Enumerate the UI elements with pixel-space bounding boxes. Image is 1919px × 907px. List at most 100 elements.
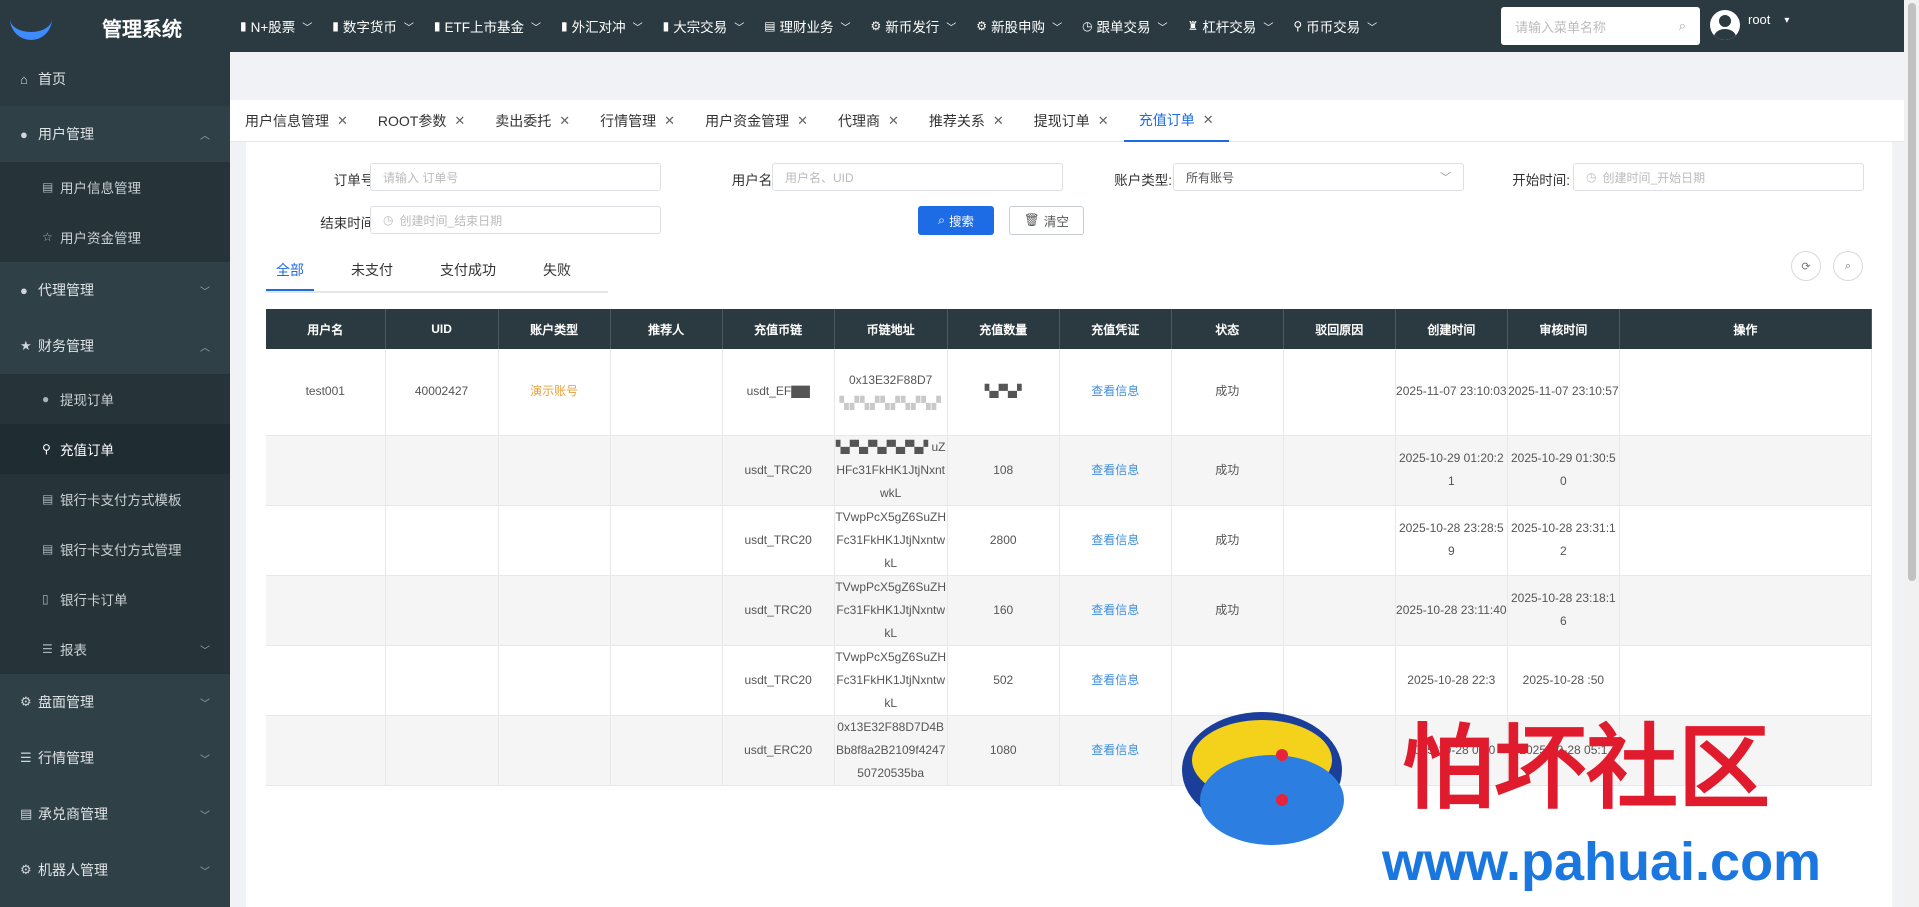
menu-search-placeholder: 请输入菜单名称: [1515, 19, 1607, 35]
column-header: UID: [385, 309, 499, 349]
topnav-item[interactable]: ▮ ETF上市基金 ﹀: [424, 16, 551, 36]
sidebar-item-quote-mgmt[interactable]: ☰ 行情管理 ﹀: [0, 730, 230, 786]
tab-2[interactable]: 卖出委托 ✕: [480, 100, 585, 142]
topnav-item[interactable]: ▮ 外汇对冲 ﹀: [551, 16, 653, 36]
tab-3[interactable]: 行情管理 ✕: [585, 100, 690, 142]
status-tab-0[interactable]: 全部: [266, 260, 314, 291]
tab-8[interactable]: 充值订单 ✕: [1123, 100, 1229, 142]
sidebar-item-user-funds[interactable]: ☆ 用户资金管理: [0, 212, 230, 262]
sidebar-item-label: 用户资金管理: [60, 231, 141, 246]
topnav-item[interactable]: ▮ 数字货币 ﹀: [322, 16, 424, 36]
sidebar-item-recharge-orders[interactable]: ⚲ 充值订单: [0, 424, 230, 474]
account-type-select[interactable]: 所有账号 ﹀: [1173, 163, 1464, 191]
watermark-logo: 怕坏社区 www.pahuai.com: [1182, 712, 1821, 892]
close-icon[interactable]: ✕: [664, 113, 675, 129]
sidebar-item-user-info[interactable]: ▤ 用户信息管理: [0, 162, 230, 212]
cell-voucher[interactable]: 查看信息: [1059, 505, 1172, 576]
status-tabs: 全部 未支付 支付成功 失败: [266, 260, 608, 293]
view-info-link[interactable]: 查看信息: [1091, 673, 1139, 687]
tab-1[interactable]: ROOT参数 ✕: [363, 100, 480, 142]
status-tab-3[interactable]: 失败: [533, 260, 581, 291]
refresh-button[interactable]: ⟳: [1791, 251, 1821, 281]
sidebar-item-robot-mgmt[interactable]: ⚙ 机器人管理 ﹀: [0, 842, 230, 898]
status-tab-2[interactable]: 支付成功: [430, 260, 506, 291]
topnav-item[interactable]: ⚙ 新币发行 ﹀: [861, 16, 967, 36]
sidebar-item-finance-mgmt[interactable]: ★ 财务管理 ︿: [0, 318, 230, 374]
chevron-down-icon: ﹀: [1263, 22, 1274, 34]
cell-voucher[interactable]: 查看信息: [1059, 715, 1172, 786]
cell-created: 2025-10-28 23:11:40: [1395, 575, 1508, 646]
order-no-input[interactable]: 请输入 订单号: [370, 163, 661, 191]
cell-chain: usdt_EF▇▇: [722, 349, 835, 436]
sidebar-item-reports[interactable]: ☰ 报表 ﹀: [0, 624, 230, 674]
tab-label: 提现订单: [1033, 112, 1090, 129]
topnav-item[interactable]: ▮ 大宗交易 ﹀: [653, 16, 755, 36]
close-icon[interactable]: ✕: [1203, 112, 1214, 128]
sidebar-item-home[interactable]: ⌂ 首页: [0, 52, 230, 106]
view-info-link[interactable]: 查看信息: [1091, 463, 1139, 477]
clear-button[interactable]: 🗑 清空: [1009, 206, 1084, 235]
sidebar-item-withdraw-orders[interactable]: ● 提现订单: [0, 374, 230, 424]
gear-icon: ⚙: [870, 19, 882, 33]
close-icon[interactable]: ✕: [559, 113, 570, 129]
cell-voucher[interactable]: 查看信息: [1059, 435, 1172, 506]
topnav-item[interactable]: ⚲ 币币交易 ﹀: [1283, 16, 1387, 36]
cell-text: 40002427: [414, 384, 469, 399]
cell-created: 2025-11-07 23:10:03: [1395, 349, 1508, 436]
topnav-item[interactable]: ◷ 跟单交易 ﹀: [1072, 16, 1177, 36]
cell-uid: [385, 715, 499, 786]
toggle-search-button[interactable]: ⌕: [1833, 251, 1863, 281]
topnav-item[interactable]: ♜ 杠杆交易 ﹀: [1178, 16, 1284, 36]
page-scrollbar[interactable]: [1904, 0, 1919, 907]
user-icon: ●: [20, 282, 28, 298]
username-input[interactable]: 用户名、UID: [772, 163, 1063, 191]
scrollbar-thumb[interactable]: [1908, 3, 1916, 581]
tab-0[interactable]: 用户信息管理 ✕: [230, 100, 363, 142]
close-icon[interactable]: ✕: [337, 113, 348, 129]
tab-5[interactable]: 代理商 ✕: [823, 100, 914, 142]
sidebar-item-bank-orders[interactable]: ▯ 银行卡订单: [0, 574, 230, 624]
sidebar-item-bank-mgmt[interactable]: ▤ 银行卡支付方式管理: [0, 524, 230, 574]
tab-7[interactable]: 提现订单 ✕: [1019, 100, 1124, 142]
gear-icon: ⚙: [20, 694, 32, 709]
tab-4[interactable]: 用户资金管理 ✕: [690, 100, 823, 142]
cell-voucher[interactable]: 查看信息: [1059, 645, 1172, 716]
topnav-item[interactable]: ▤ 理财业务 ﹀: [754, 16, 860, 36]
tab-label: 用户资金管理: [705, 112, 790, 129]
cell-status: 成功: [1171, 349, 1284, 436]
end-time-picker[interactable]: ◷ 创建时间_结束日期: [370, 206, 661, 234]
sidebar-item-market-mgmt[interactable]: ⚙ 盘面管理 ﹀: [0, 674, 230, 730]
close-icon[interactable]: ✕: [993, 113, 1004, 129]
search-button[interactable]: ⌕ 搜索: [918, 206, 994, 235]
start-time-picker[interactable]: ◷ 创建时间_开始日期: [1573, 163, 1864, 191]
status-tab-1[interactable]: 未支付: [341, 260, 403, 291]
close-icon[interactable]: ✕: [797, 113, 808, 129]
menu-search-input[interactable]: 请输入菜单名称 ⌕: [1501, 7, 1700, 45]
user-menu[interactable]: root ▾: [1710, 10, 1789, 40]
sidebar-item-user-mgmt[interactable]: ● 用户管理 ︿: [0, 106, 230, 162]
topnav-item[interactable]: ▮ N+股票 ﹀: [230, 16, 322, 36]
search-icon: ⌕: [937, 213, 945, 227]
topnav-item[interactable]: ⚙ 新股申购 ﹀: [966, 16, 1072, 36]
view-info-link[interactable]: 查看信息: [1091, 384, 1139, 398]
sidebar-item-bank-template[interactable]: ▤ 银行卡支付方式模板: [0, 474, 230, 524]
view-info-link[interactable]: 查看信息: [1091, 603, 1139, 617]
close-icon[interactable]: ✕: [454, 113, 465, 129]
cell-voucher[interactable]: 查看信息: [1059, 349, 1172, 436]
cell-uid: [385, 435, 499, 506]
cell-voucher[interactable]: 查看信息: [1059, 575, 1172, 646]
view-info-link[interactable]: 查看信息: [1091, 533, 1139, 547]
sidebar-item-acceptor-mgmt[interactable]: ▤ 承兑商管理 ﹀: [0, 786, 230, 842]
view-info-link[interactable]: 查看信息: [1091, 743, 1139, 757]
chevron-down-icon: ﹀: [1157, 22, 1168, 34]
tab-6[interactable]: 推荐关系 ✕: [914, 100, 1019, 142]
cell-ref: [610, 645, 723, 716]
username-label: 用户名:: [731, 173, 776, 188]
cell-text: 2025-10-28 23:11:40: [1396, 602, 1507, 617]
close-icon[interactable]: ✕: [888, 113, 899, 129]
sidebar-item-label: 充值订单: [60, 443, 114, 458]
sidebar-item-agent-mgmt[interactable]: ● 代理管理 ﹀: [0, 262, 230, 318]
cell-text: 2025-11-07 23:10:03: [1396, 384, 1507, 399]
avatar: [1710, 10, 1740, 40]
close-icon[interactable]: ✕: [1098, 113, 1109, 129]
